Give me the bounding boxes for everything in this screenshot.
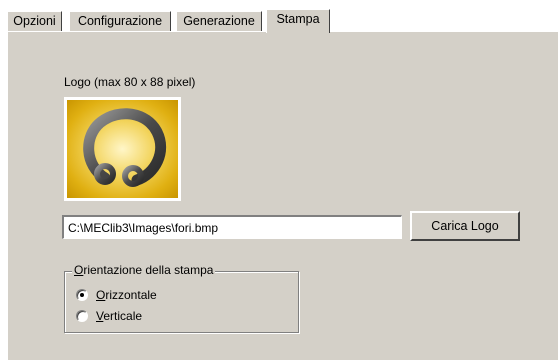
logo-path-input[interactable] xyxy=(62,215,402,239)
logo-caption: Logo (max 80 x 88 pixel) xyxy=(64,75,196,89)
tab-configurazione[interactable]: Configurazione xyxy=(69,11,171,31)
logo-preview xyxy=(64,97,181,201)
tab-generazione[interactable]: Generazione xyxy=(176,11,262,31)
radio-orizzontale[interactable]: Orizzontale xyxy=(76,288,216,304)
radio-verticale[interactable]: Verticale xyxy=(76,309,216,325)
logo-image xyxy=(67,100,178,198)
radio-dot-icon xyxy=(76,289,88,301)
ring-logo-icon xyxy=(83,108,167,187)
tab-opzioni[interactable]: Opzioni xyxy=(7,11,62,31)
load-logo-button[interactable]: Carica Logo xyxy=(410,211,520,241)
tab-stampa[interactable]: Stampa xyxy=(266,9,330,33)
radio-orizzontale-label: Orizzontale xyxy=(96,288,157,302)
radio-verticale-label: Verticale xyxy=(96,309,143,323)
radio-dot-icon xyxy=(76,310,88,322)
orientation-title: Orientazione della stampa xyxy=(72,263,216,277)
